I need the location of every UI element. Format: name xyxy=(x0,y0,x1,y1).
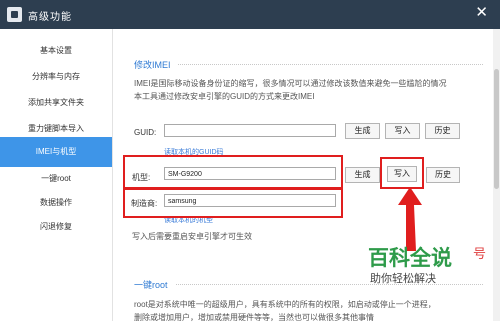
imei-description-1: IMEI是国际移动设备身份证的缩写，很多情况可以通过修改该数值来避免一些尴尬的情… xyxy=(134,79,447,88)
guid-write-button[interactable]: 写入 xyxy=(385,123,420,139)
sidebar-item-shared-folder[interactable]: 添加共享文件夹 xyxy=(0,89,112,117)
highlight-box-model xyxy=(123,155,343,189)
imei-description-2: 本工具通过修改安卓引擎的GUID的方式来更改IMEI xyxy=(134,92,315,101)
section-title-imei: 修改IMEI xyxy=(134,60,171,70)
restart-note: 写入后需要重启安卓引擎才可生效 xyxy=(132,232,252,241)
model-generate-button[interactable]: 生成 xyxy=(345,167,380,183)
section-divider xyxy=(178,64,483,65)
sidebar-item-resolution[interactable]: 分辨率与内存 xyxy=(0,63,112,91)
window-title: 高级功能 xyxy=(28,12,72,23)
sidebar: 基本设置 分辨率与内存 添加共享文件夹 重力键脚本导入 IMEI与机型 一键ro… xyxy=(0,29,113,321)
scrollbar[interactable] xyxy=(493,29,500,321)
title-bar: 高级功能 ✕ xyxy=(0,0,500,29)
watermark-subtitle: 助你轻松解决 xyxy=(370,273,436,285)
sidebar-item-imei[interactable]: IMEI与机型 xyxy=(0,137,112,167)
model-history-button[interactable]: 历史 xyxy=(426,167,460,183)
guid-label: GUID: xyxy=(134,128,157,137)
root-description-1: root是对系统中唯一的超级用户，具有系统中的所有的权限，如启动或停止一个进程， xyxy=(134,300,436,309)
sidebar-item-basic-settings[interactable]: 基本设置 xyxy=(0,37,112,65)
watermark-side: 号 xyxy=(473,246,487,261)
root-description-2: 删除或增加用户，增加或禁用硬件等等，当然也可以做很多其他事情 xyxy=(134,313,374,322)
section-title-root: 一键root xyxy=(134,280,168,290)
guid-history-button[interactable]: 历史 xyxy=(425,123,460,139)
close-icon[interactable]: ✕ xyxy=(475,5,488,20)
section-divider-root xyxy=(176,284,483,285)
watermark-title: 百科全说 xyxy=(368,247,452,270)
highlight-box-maker xyxy=(123,188,343,218)
sidebar-item-crash-fix[interactable]: 闪退修复 xyxy=(0,213,112,241)
scrollbar-thumb[interactable] xyxy=(494,69,499,189)
app-icon xyxy=(7,7,22,22)
guid-generate-button[interactable]: 生成 xyxy=(345,123,380,139)
guid-input[interactable] xyxy=(164,124,336,137)
